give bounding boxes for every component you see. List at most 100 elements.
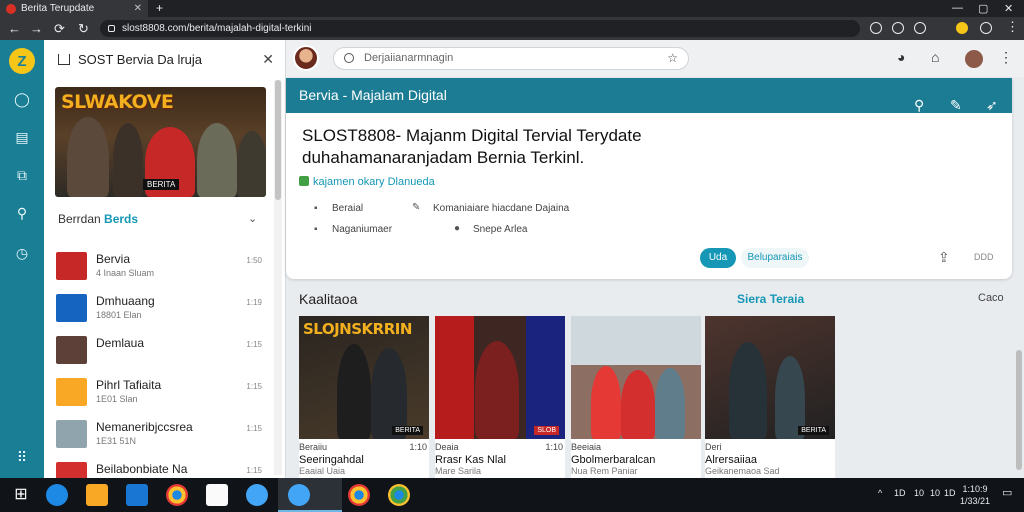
tray-chevron-icon[interactable]: ^ bbox=[878, 488, 882, 498]
secondary-button[interactable]: Beluparaiais bbox=[741, 248, 809, 268]
rocket-icon[interactable]: ➶ bbox=[986, 88, 1002, 113]
extension-icon[interactable] bbox=[892, 22, 904, 34]
extension-icon[interactable] bbox=[980, 22, 992, 34]
app-icon[interactable] bbox=[206, 484, 228, 506]
news-tile[interactable]: SLOJNSKRRIN BERITA Beraiiu 1:10 Seeringah… bbox=[299, 316, 429, 478]
extension-icon[interactable] bbox=[914, 22, 926, 34]
search-icon[interactable]: ⚲ bbox=[914, 88, 930, 113]
list-item[interactable]: Dmhuaang 18801 Elan 1:19 bbox=[44, 288, 274, 330]
meta-author: Snepe Arlea bbox=[473, 224, 528, 235]
list-item-title: Dmhuaang bbox=[96, 294, 155, 308]
person-figure bbox=[655, 368, 685, 439]
news-tile[interactable]: BERITA Deri Alrersaiiaa Geikanemaoa Sad bbox=[705, 316, 835, 478]
grid-title: Kaalitaoa bbox=[299, 291, 358, 307]
shield-icon[interactable]: ◕ bbox=[897, 49, 905, 65]
close-icon[interactable]: ✕ bbox=[262, 51, 274, 68]
chrome-canary-icon[interactable] bbox=[388, 484, 410, 506]
app-rail: Z ◯ ▤ ⧉ ⚲ ◷ ⠿ bbox=[0, 40, 44, 478]
search-input[interactable]: Derjaiianarmnagin ☆ bbox=[333, 47, 689, 70]
chat-icon[interactable]: ◯ bbox=[13, 90, 31, 108]
close-window-button[interactable]: ✕ bbox=[1004, 2, 1013, 15]
new-tab-button[interactable]: + bbox=[156, 1, 163, 15]
tile-category: Deaia bbox=[435, 442, 459, 452]
refresh-icon[interactable]: ⟳ bbox=[54, 21, 65, 37]
list-thumbnail bbox=[56, 252, 87, 280]
browser-tab[interactable]: Berita Terupdate ✕ bbox=[0, 0, 148, 17]
home-icon[interactable]: ⌂ bbox=[931, 49, 939, 65]
tray-item[interactable]: 10 bbox=[914, 488, 924, 498]
list-item-meta: 1:15 bbox=[246, 382, 262, 391]
ie-icon[interactable] bbox=[246, 484, 268, 506]
menu-icon[interactable]: ⋮ bbox=[1006, 19, 1019, 35]
maximize-button[interactable]: ▢ bbox=[978, 2, 988, 15]
headline-line-2: duhahamanaranjadam Bernia Terkinl. bbox=[302, 148, 585, 167]
notification-icon[interactable]: ▭ bbox=[1002, 486, 1012, 499]
sidebar-title: SOST Bervia Da lruja bbox=[78, 51, 203, 67]
doc-icon: ▪ bbox=[314, 224, 318, 235]
extension-icon[interactable] bbox=[870, 22, 882, 34]
tile-image: SLOB bbox=[435, 316, 565, 439]
windows-start-icon[interactable]: ⊞ bbox=[10, 484, 32, 506]
home-icon[interactable] bbox=[58, 53, 70, 65]
more-icon[interactable]: ⋮ bbox=[999, 49, 1013, 66]
sidebar-scrollbar[interactable] bbox=[275, 80, 281, 200]
main-scrollbar[interactable] bbox=[1016, 350, 1022, 470]
star-icon[interactable]: ☆ bbox=[667, 48, 678, 69]
primary-button[interactable]: Uda bbox=[700, 248, 736, 268]
sidebar: SOST Bervia Da lruja ✕ SLWAKOVE BERITA B… bbox=[44, 40, 286, 490]
save-icon[interactable]: ▤ bbox=[13, 128, 31, 146]
list-thumbnail bbox=[56, 294, 87, 322]
book-icon[interactable]: ⧉ bbox=[13, 166, 31, 184]
list-item-title: Nemaneribjccsrea bbox=[96, 420, 193, 434]
tray-item[interactable]: 1D bbox=[894, 488, 906, 498]
list-item[interactable]: Pihrl Tafiaita 1E01 Slan 1:15 bbox=[44, 372, 274, 414]
apps-icon[interactable]: ⠿ bbox=[13, 448, 31, 466]
list-item[interactable]: Bervia 4 Inaan Sluam 1:50 bbox=[44, 246, 274, 288]
list-item[interactable]: Demlaua 1:15 bbox=[44, 330, 274, 372]
reload-icon[interactable]: ↻ bbox=[78, 21, 89, 37]
chevron-down-icon[interactable]: ⌄ bbox=[248, 212, 257, 225]
clock-icon[interactable]: ◷ bbox=[13, 244, 31, 262]
search-icon[interactable]: ⚲ bbox=[13, 204, 31, 222]
clock[interactable]: 1:10:9 1/33/21 bbox=[960, 483, 990, 507]
forward-icon[interactable]: → bbox=[30, 21, 43, 36]
tile-time: 1:10 bbox=[409, 442, 427, 452]
site-favicon-icon bbox=[6, 3, 16, 14]
tray-item[interactable]: 10 bbox=[930, 488, 940, 498]
minimize-button[interactable]: — bbox=[952, 2, 963, 14]
edge-icon[interactable] bbox=[46, 484, 68, 506]
list-item-meta: 1:19 bbox=[246, 298, 262, 307]
tile-title: Gbolmerbaralcan bbox=[571, 454, 656, 466]
tile-title: Rrasr Kas Nlal bbox=[435, 454, 506, 466]
hero-image[interactable]: SLWAKOVE BERITA bbox=[55, 87, 266, 197]
tab-close-icon[interactable]: ✕ bbox=[134, 3, 142, 14]
news-tile[interactable]: Beeiaia Gbolmerbaralcan Nua Rem Paniar bbox=[571, 316, 701, 478]
tray-item[interactable]: 1D bbox=[944, 488, 956, 498]
tile-subtitle: Mare Sarila bbox=[435, 466, 482, 476]
back-icon[interactable]: ← bbox=[8, 21, 21, 36]
list-item[interactable]: Nemaneribjccsrea 1E31 51N 1:15 bbox=[44, 414, 274, 456]
more-label[interactable]: DDD bbox=[974, 252, 994, 262]
store-icon[interactable] bbox=[126, 484, 148, 506]
avatar[interactable] bbox=[293, 45, 319, 71]
profile-avatar[interactable] bbox=[965, 50, 983, 68]
list-thumbnail bbox=[56, 336, 87, 364]
app-logo[interactable]: Z bbox=[9, 48, 35, 74]
profile-icon[interactable] bbox=[956, 22, 968, 34]
address-bar[interactable]: slost8808.com/berita/majalah-digital-ter… bbox=[100, 20, 860, 37]
folder-icon[interactable] bbox=[86, 484, 108, 506]
sidebar-list: Bervia 4 Inaan Sluam 1:50 Dmhuaang 18801 E… bbox=[44, 246, 274, 498]
person-figure bbox=[67, 117, 109, 197]
section-title-accent: Berds bbox=[104, 212, 139, 226]
share-icon[interactable]: ⇪ bbox=[938, 249, 950, 266]
grid-right-label[interactable]: Caco bbox=[978, 292, 1004, 304]
chrome-icon[interactable] bbox=[348, 484, 370, 506]
list-item-title: Beilabonbiate Na bbox=[96, 462, 188, 476]
news-tile[interactable]: SLOB Deaia 1:10 Rrasr Kas Nlal Mare Saril… bbox=[435, 316, 565, 478]
see-all-link[interactable]: Siera Teraia bbox=[737, 292, 804, 306]
article-source-link[interactable]: kajamen okary Dlanueda bbox=[313, 176, 435, 188]
meta-category: Beraial bbox=[332, 203, 364, 214]
edge-icon[interactable] bbox=[288, 484, 310, 506]
edit-icon[interactable]: ✎ bbox=[950, 88, 966, 113]
chrome-icon[interactable] bbox=[166, 484, 188, 506]
